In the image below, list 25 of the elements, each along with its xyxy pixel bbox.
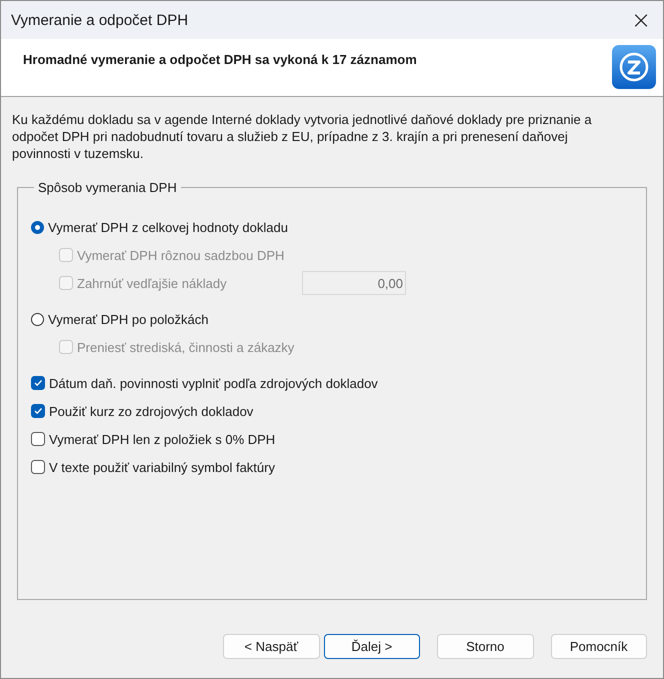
group-title: Spôsob vymerania DPH [37,180,178,195]
default-button[interactable]: Ďalej > [324,634,420,659]
checkbox-label: Preniesť strediská, činnosti a zákazky [77,340,294,354]
radio-label: Vymerať DPH z celkovej hodnoty dokladu [48,220,288,234]
checkbox[interactable] [31,460,45,474]
dialog-button[interactable]: < Naspäť [223,634,320,659]
logo-icon [611,44,657,90]
description-text: Ku každému dokladu sa v agende Interné doklady vytvoria jednotlivé daňové doklady pre priznanie a odpočet DPH pri nadobudnutí tovaru a služieb z EU, prípadne z 3. krajín a pri prenesení daňovej povinnosti v tuzemsku. [12,111,593,162]
window-title: Vymeranie a odpočet DPH [11,12,188,28]
header-title: Hromadné vymeranie a odpočet DPH sa vykoná k 17 záznamom [23,52,417,67]
radio-button[interactable] [31,312,44,326]
checkbox-label: Dátum daň. povinnosti vyplniť podľa zdrojových dokladov [49,376,378,390]
radio-button[interactable] [31,220,44,234]
checkbox-label: Vymerať DPH len z položiek s 0% DPH [49,432,276,446]
dialog-button[interactable]: Pomocník [550,634,647,659]
checkbox-label: V texte použiť variabilný symbol faktúry [49,460,275,474]
checkbox[interactable] [31,376,45,390]
close-button[interactable]: × [619,1,663,39]
checkbox-label: Použiť kurz zo zdrojových dokladov [49,404,254,418]
checkbox-label: Zahrnúť vedľajšie náklady [77,276,227,290]
checkbox-label: Vymerať DPH rôznou sadzbou DPH [77,248,284,262]
checkbox[interactable] [31,432,45,446]
radio-label: Vymerať DPH po položkách [48,312,208,326]
dialog-button[interactable]: Storno [437,634,534,659]
checkbox[interactable] [31,404,45,418]
